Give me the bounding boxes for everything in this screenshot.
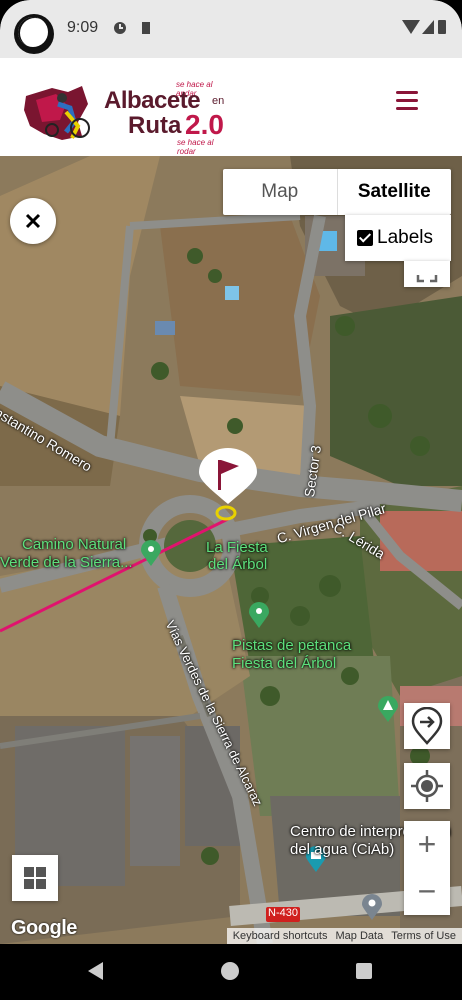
close-map-button[interactable] xyxy=(10,198,56,244)
zoom-in-button[interactable]: + xyxy=(404,821,450,868)
gray-poi-icon[interactable] xyxy=(362,894,382,920)
recent-apps-icon[interactable] xyxy=(356,963,372,979)
app-notification-icon xyxy=(114,22,126,34)
status-bar: 9:09 xyxy=(0,0,462,58)
labels-toggle-label: Labels xyxy=(377,227,433,248)
back-icon[interactable] xyxy=(88,962,103,980)
my-location-button[interactable] xyxy=(404,763,450,809)
hamburger-menu-icon[interactable] xyxy=(390,87,424,115)
crosshair-location-icon xyxy=(411,770,443,802)
sd-card-icon xyxy=(142,22,150,34)
keyboard-shortcuts-link[interactable]: Keyboard shortcuts xyxy=(233,930,328,942)
labels-toggle[interactable]: Labels xyxy=(345,215,451,261)
google-logo[interactable]: Google xyxy=(11,917,77,940)
albacete-en-ruta-logo[interactable]: se hace al andar Albacete en Ruta 2.0 se… xyxy=(22,78,232,156)
home-icon[interactable] xyxy=(221,962,239,980)
zoom-out-button[interactable]: − xyxy=(404,868,450,915)
poi-label-pistas-1[interactable]: Pistas de petanca xyxy=(232,637,351,654)
logo-word-ruta: Ruta xyxy=(128,112,182,139)
fullscreen-icon xyxy=(416,275,438,283)
signal-icon xyxy=(422,20,434,34)
poi-label-centro-2[interactable]: del agua (CiAb) xyxy=(290,841,394,858)
map-type-control: Map Satellite xyxy=(223,169,451,215)
fullscreen-button[interactable] xyxy=(404,261,450,287)
close-icon xyxy=(25,213,41,229)
labels-checkbox[interactable] xyxy=(357,230,373,246)
directions-arrow-icon xyxy=(411,707,443,745)
app-header: se hace al andar Albacete en Ruta 2.0 se… xyxy=(0,58,462,156)
flag-marker-icon[interactable] xyxy=(197,448,259,524)
directions-button[interactable] xyxy=(404,703,450,749)
camera-cutout xyxy=(14,14,54,54)
logo-word-version: 2.0 xyxy=(185,109,224,140)
poi-label-camino-1[interactable]: Camino Natural xyxy=(22,536,126,553)
map-grid-button[interactable] xyxy=(12,855,58,901)
tree-poi-icon[interactable] xyxy=(378,696,398,722)
logo-tagline-bottom: se hace al rodar xyxy=(177,138,214,156)
logo-emblem-icon xyxy=(24,86,90,140)
road-label-n430: N-430 xyxy=(268,907,298,919)
satellite-map[interactable]: nstantino Romero Sector 3 C. Virgen del … xyxy=(0,156,462,944)
wifi-icon xyxy=(402,20,420,34)
terms-of-use-link[interactable]: Terms of Use xyxy=(391,930,456,942)
map-attribution: Keyboard shortcuts Map Data Terms of Use xyxy=(226,928,462,944)
poi-label-fiesta-2[interactable]: del Árbol xyxy=(208,556,267,573)
walker-poi-icon[interactable] xyxy=(141,540,161,566)
grid-icon xyxy=(24,867,46,889)
poi-label-camino-2[interactable]: Verde de la Sierra... xyxy=(0,554,133,571)
poi-label-fiesta-1[interactable]: La Fiesta xyxy=(206,539,268,556)
map-type-map-button[interactable]: Map xyxy=(223,169,337,215)
logo-word-en: en xyxy=(212,95,225,107)
park-poi-icon[interactable] xyxy=(249,602,269,628)
status-time: 9:09 xyxy=(67,19,99,36)
system-nav-bar xyxy=(0,944,462,1000)
map-data-link[interactable]: Map Data xyxy=(336,930,384,942)
map-type-satellite-button[interactable]: Satellite xyxy=(336,169,452,215)
battery-icon xyxy=(438,20,446,34)
zoom-control: + − xyxy=(404,821,450,915)
phone-screen: 9:09 se hace al andar Albacete en Ruta 2… xyxy=(0,0,462,1000)
poi-label-pistas-2[interactable]: Fiesta del Árbol xyxy=(232,655,336,672)
